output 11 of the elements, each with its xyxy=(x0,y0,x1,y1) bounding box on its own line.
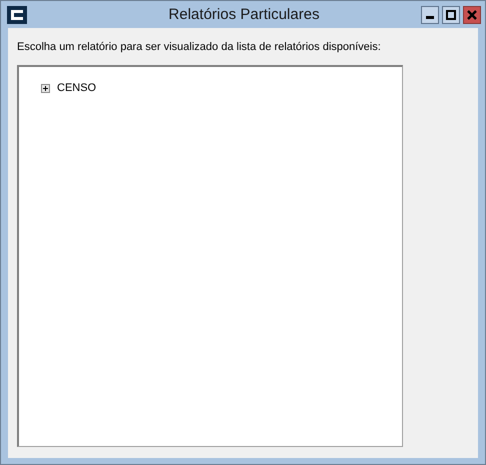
window-title: Relatórios Particulares xyxy=(168,6,320,23)
close-button[interactable] xyxy=(463,6,481,24)
maximize-button[interactable] xyxy=(442,6,460,24)
instruction-text: Escolha um relatório para ser visualizado da lista de relatórios disponíveis: xyxy=(17,41,382,53)
close-icon xyxy=(467,10,477,20)
minimize-icon xyxy=(426,16,434,19)
tree-item[interactable]: CENSO xyxy=(57,82,96,94)
app-icon xyxy=(7,6,27,24)
maximize-icon xyxy=(446,10,456,20)
minimize-button[interactable] xyxy=(421,6,439,24)
expand-icon[interactable] xyxy=(41,84,50,92)
